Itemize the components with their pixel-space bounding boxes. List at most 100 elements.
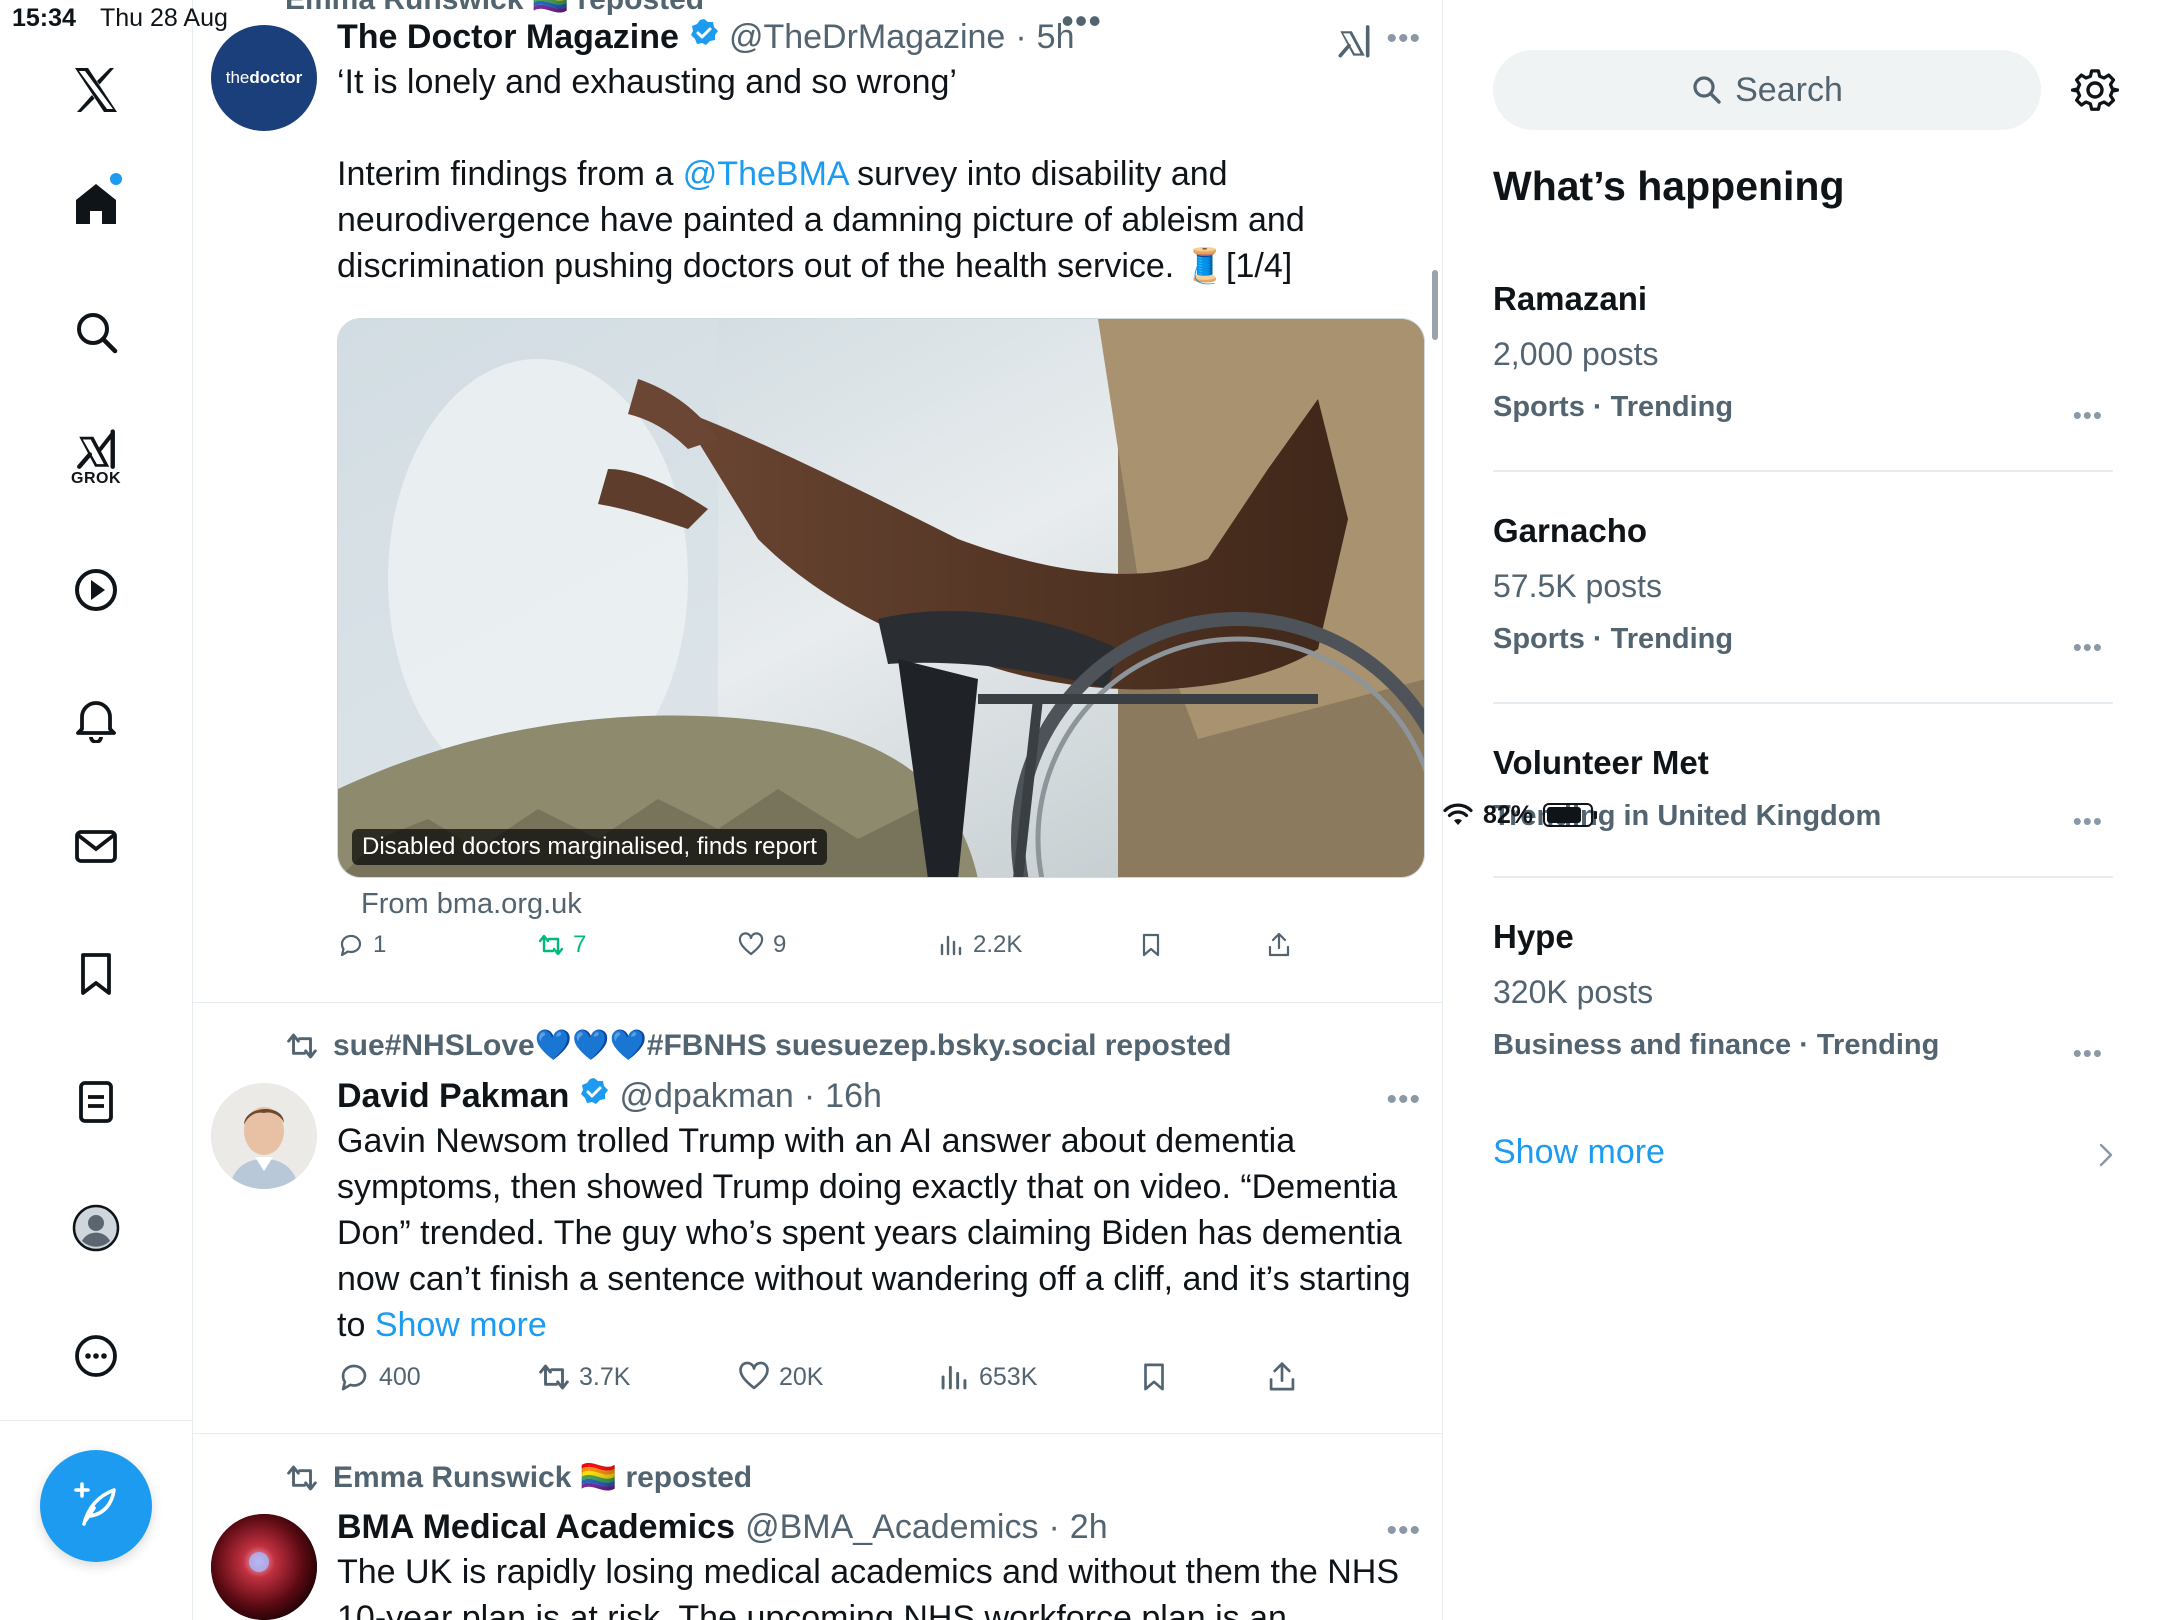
repost-context-text[interactable]: Emma Runswick 🏳️‍🌈 reposted bbox=[333, 1460, 752, 1495]
repost-icon bbox=[538, 934, 564, 956]
author-handle[interactable]: @dpakman bbox=[619, 1077, 793, 1116]
repost-button[interactable]: 3.7K bbox=[537, 1360, 630, 1394]
battery-percent: 82% bbox=[1483, 800, 1534, 829]
avatar[interactable]: the doctor bbox=[211, 25, 317, 131]
avatar-photo bbox=[211, 1083, 317, 1189]
avatar[interactable] bbox=[211, 1083, 317, 1189]
bookmark-icon bbox=[81, 953, 111, 995]
share-icon bbox=[1268, 932, 1290, 957]
status-right: 82% bbox=[1443, 5, 2160, 1620]
tweet-more-icon[interactable]: ••• bbox=[1386, 1514, 1421, 1548]
nav-bookmarks[interactable] bbox=[56, 934, 136, 1014]
status-time: 15:34 bbox=[12, 4, 76, 32]
tweet-text-pre: Interim findings from a bbox=[337, 155, 683, 193]
compose-button[interactable] bbox=[40, 1450, 152, 1562]
x-logo[interactable] bbox=[56, 50, 136, 130]
wifi-icon bbox=[1443, 803, 1473, 825]
nav-more[interactable] bbox=[56, 1316, 136, 1396]
views-chart-icon bbox=[940, 935, 962, 956]
reply-count: 1 bbox=[373, 931, 387, 958]
grok-icon bbox=[77, 429, 115, 469]
nav-lists[interactable] bbox=[56, 1062, 136, 1142]
grok-label: GROK bbox=[71, 470, 121, 487]
more-icon bbox=[75, 1335, 117, 1377]
status-date: Thu 28 Aug bbox=[100, 4, 228, 32]
views-button[interactable]: 653K bbox=[937, 1360, 1037, 1394]
avatar[interactable] bbox=[211, 1514, 317, 1620]
author-handle[interactable]: @BMA_Academics bbox=[745, 1508, 1038, 1547]
tweet-divider bbox=[193, 1002, 1442, 1003]
nav-messages[interactable] bbox=[56, 806, 136, 886]
tweet-time[interactable]: 2h bbox=[1070, 1508, 1108, 1547]
share-button[interactable] bbox=[1265, 1360, 1299, 1394]
bookmark-button[interactable] bbox=[1137, 931, 1165, 959]
like-count: 9 bbox=[773, 931, 787, 958]
rail-divider bbox=[0, 1420, 193, 1421]
mail-icon bbox=[75, 830, 117, 863]
repost-count: 3.7K bbox=[579, 1362, 631, 1391]
reply-icon bbox=[340, 934, 362, 957]
link-card-source[interactable]: From bma.org.uk bbox=[361, 888, 582, 921]
like-button[interactable]: 9 bbox=[737, 931, 786, 959]
repost-icon bbox=[539, 1364, 569, 1390]
share-button[interactable] bbox=[1265, 931, 1293, 959]
reply-count: 400 bbox=[379, 1362, 421, 1391]
nav-explore[interactable] bbox=[56, 292, 136, 372]
dot-separator: · bbox=[1048, 1508, 1060, 1546]
wheelchair-photo bbox=[338, 319, 1424, 877]
nav-video[interactable] bbox=[56, 550, 136, 630]
home-unread-dot bbox=[110, 173, 122, 185]
nav-home[interactable] bbox=[56, 163, 136, 243]
heart-icon bbox=[739, 1361, 769, 1390]
views-button[interactable]: 2.2K bbox=[937, 931, 1022, 959]
link-card-image[interactable]: Disabled doctors marginalised, finds rep… bbox=[337, 318, 1425, 878]
tweet-time[interactable]: 16h bbox=[825, 1077, 882, 1116]
lists-icon bbox=[79, 1081, 113, 1123]
views-count: 2.2K bbox=[973, 931, 1023, 958]
feed-scrollbar[interactable] bbox=[1432, 270, 1438, 340]
repost-context-text[interactable]: sue#NHSLove💙💙💙#FBNHS suesuezep.bsky.soci… bbox=[333, 1028, 1231, 1063]
video-icon bbox=[75, 569, 117, 611]
views-chart-icon bbox=[941, 1365, 967, 1390]
x-logo-icon bbox=[75, 68, 117, 112]
timeline: Emma Runswick 🏳️‍🌈 reposted ••• thedocto… bbox=[193, 0, 1443, 1620]
tweet-text: The UK is rapidly losing medical academi… bbox=[337, 1553, 1400, 1620]
avatar-photo bbox=[211, 1514, 317, 1620]
avatar-logo-text-b: doctor bbox=[249, 68, 303, 87]
verified-badge-icon bbox=[581, 1078, 609, 1104]
profile-icon bbox=[72, 1204, 120, 1252]
author-name[interactable]: David Pakman bbox=[337, 1077, 569, 1116]
reply-button[interactable]: 1 bbox=[337, 931, 386, 959]
search-icon bbox=[77, 313, 118, 354]
repost-context: sue#NHSLove💙💙💙#FBNHS suesuezep.bsky.soci… bbox=[285, 1028, 1231, 1063]
bookmark-icon bbox=[1142, 933, 1160, 957]
compose-feather-icon bbox=[74, 1482, 116, 1526]
nav-notifications[interactable] bbox=[56, 678, 136, 758]
dot-separator: · bbox=[803, 1077, 816, 1115]
like-button[interactable]: 20K bbox=[737, 1360, 823, 1394]
avatar-logo-text-a: the bbox=[225, 68, 250, 87]
tweet-more-icon[interactable]: ••• bbox=[1386, 1083, 1421, 1117]
nav-rail: GROK bbox=[0, 0, 193, 1620]
tweet-divider bbox=[193, 1433, 1442, 1434]
tweet-text: Interim findings from a @TheBMA survey i… bbox=[337, 151, 1417, 289]
tweet-body: The Doctor Magazine @TheDrMagazine · 5h … bbox=[337, 18, 1417, 289]
show-more-link[interactable]: Show more bbox=[375, 1306, 547, 1344]
repost-context-icon bbox=[287, 1465, 317, 1490]
repost-count: 7 bbox=[573, 931, 587, 958]
tweet-header: David Pakman @dpakman · 16h bbox=[337, 1077, 1417, 1116]
mention-link[interactable]: @TheBMA bbox=[683, 155, 848, 193]
home-icon bbox=[76, 184, 116, 224]
author-name[interactable]: BMA Medical Academics bbox=[337, 1508, 735, 1547]
repost-button[interactable]: 7 bbox=[537, 931, 586, 959]
tweet-body: David Pakman @dpakman · 16h Gavin Newsom… bbox=[337, 1077, 1417, 1348]
battery-icon bbox=[1543, 803, 1598, 827]
tweet-header: BMA Medical Academics @BMA_Academics · 2… bbox=[337, 1508, 1417, 1547]
bookmark-button[interactable] bbox=[1137, 1360, 1171, 1394]
reply-icon bbox=[341, 1364, 367, 1391]
views-count: 653K bbox=[979, 1362, 1038, 1391]
nav-profile[interactable] bbox=[56, 1188, 136, 1268]
reply-button[interactable]: 400 bbox=[337, 1360, 421, 1394]
nav-grok[interactable]: GROK bbox=[56, 418, 136, 498]
bookmark-icon bbox=[1144, 1363, 1164, 1391]
